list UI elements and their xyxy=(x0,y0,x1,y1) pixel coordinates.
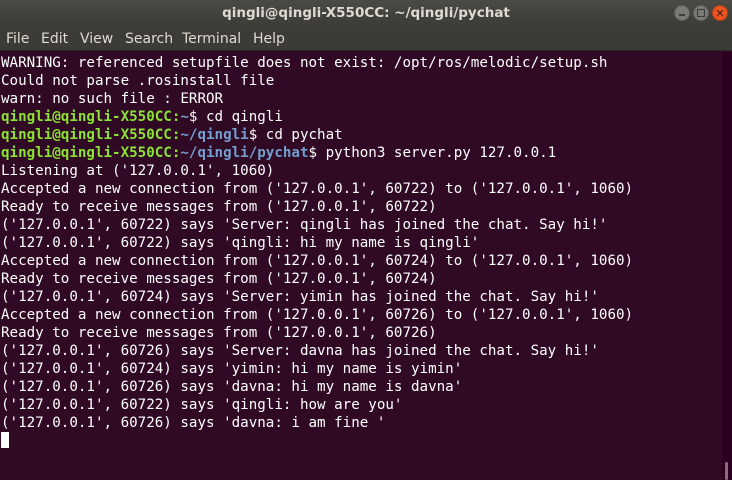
output-line: ('127.0.0.1', 60722) says 'qingli: how a… xyxy=(1,397,403,413)
maximize-icon xyxy=(694,6,708,20)
minimize-icon xyxy=(675,6,689,20)
prompt-user-host: qingli@qingli-X550CC: xyxy=(1,127,181,143)
output-line: ('127.0.0.1', 60722) says 'Server: qingl… xyxy=(1,217,608,233)
minimize-button[interactable] xyxy=(674,5,690,21)
close-icon: ✕ xyxy=(715,7,725,20)
menu-edit[interactable]: Edit xyxy=(41,27,68,51)
prompt-user-host: qingli@qingli-X550CC: xyxy=(1,109,181,125)
close-button[interactable]: ✕ xyxy=(712,5,728,21)
menu-bar: File Edit View Search Terminal Help xyxy=(0,27,732,51)
menu-file[interactable]: File xyxy=(6,27,29,51)
scrollbar-thumb[interactable] xyxy=(725,462,728,480)
prompt-path: ~/qingli/pychat xyxy=(180,145,309,161)
output-line: Ready to receive messages from ('127.0.0… xyxy=(1,199,437,215)
terminal-lines: WARNING: referenced setupfile does not e… xyxy=(1,54,633,450)
prompt-user-host: qingli@qingli-X550CC: xyxy=(1,145,181,161)
title-bar[interactable]: qingli@qingli-X550CC: ~/qingli/pychat ✕ xyxy=(0,0,732,27)
output-line: ('127.0.0.1', 60726) says 'davna: hi my … xyxy=(1,379,463,395)
output-line: ('127.0.0.1', 60726) says 'Server: davna… xyxy=(1,343,599,359)
output-line: Ready to receive messages from ('127.0.0… xyxy=(1,325,437,341)
menu-help[interactable]: Help xyxy=(253,27,285,51)
prompt-command: $ cd qingli xyxy=(188,109,283,125)
output-line: Accepted a new connection from ('127.0.0… xyxy=(1,307,634,323)
menu-view[interactable]: View xyxy=(80,27,113,51)
terminal-window: qingli@qingli-X550CC: ~/qingli/pychat ✕ … xyxy=(0,0,732,480)
output-line: ('127.0.0.1', 60724) says 'Server: yimin… xyxy=(1,289,599,305)
cursor-line xyxy=(1,432,633,450)
terminal-output[interactable]: WARNING: referenced setupfile does not e… xyxy=(0,52,722,480)
prompt-command: $ python3 server.py 127.0.0.1 xyxy=(308,145,557,161)
output-line: Accepted a new connection from ('127.0.0… xyxy=(1,253,634,269)
window-title: qingli@qingli-X550CC: ~/qingli/pychat xyxy=(222,5,510,21)
menu-search[interactable]: Search xyxy=(125,27,173,51)
prompt-line: qingli@qingli-X550CC:~/qingli$ cd pychat xyxy=(1,126,633,144)
vertical-scrollbar[interactable] xyxy=(722,52,732,480)
output-line: ('127.0.0.1', 60724) says 'yimin: hi my … xyxy=(1,361,463,377)
output-line: Ready to receive messages from ('127.0.0… xyxy=(1,271,437,287)
prompt-command: $ cd pychat xyxy=(248,127,343,143)
prompt-line: qingli@qingli-X550CC:~/qingli/pychat$ py… xyxy=(1,144,633,162)
output-line: WARNING: referenced setupfile does not e… xyxy=(1,55,608,71)
text-cursor xyxy=(1,432,9,448)
output-line: Could not parse .rosinstall file xyxy=(1,73,275,89)
prompt-line: qingli@qingli-X550CC:~$ cd qingli xyxy=(1,108,633,126)
prompt-path: ~/qingli xyxy=(180,127,249,143)
prompt-path: ~ xyxy=(180,109,189,125)
maximize-button[interactable] xyxy=(693,5,709,21)
output-line: Listening at ('127.0.0.1', 1060) xyxy=(1,163,275,179)
output-line: warn: no such file : ERROR xyxy=(1,91,224,107)
menu-terminal[interactable]: Terminal xyxy=(182,27,241,51)
output-line: ('127.0.0.1', 60726) says 'davna: i am f… xyxy=(1,415,386,431)
output-line: ('127.0.0.1', 60722) says 'qingli: hi my… xyxy=(1,235,480,251)
output-line: Accepted a new connection from ('127.0.0… xyxy=(1,181,634,197)
